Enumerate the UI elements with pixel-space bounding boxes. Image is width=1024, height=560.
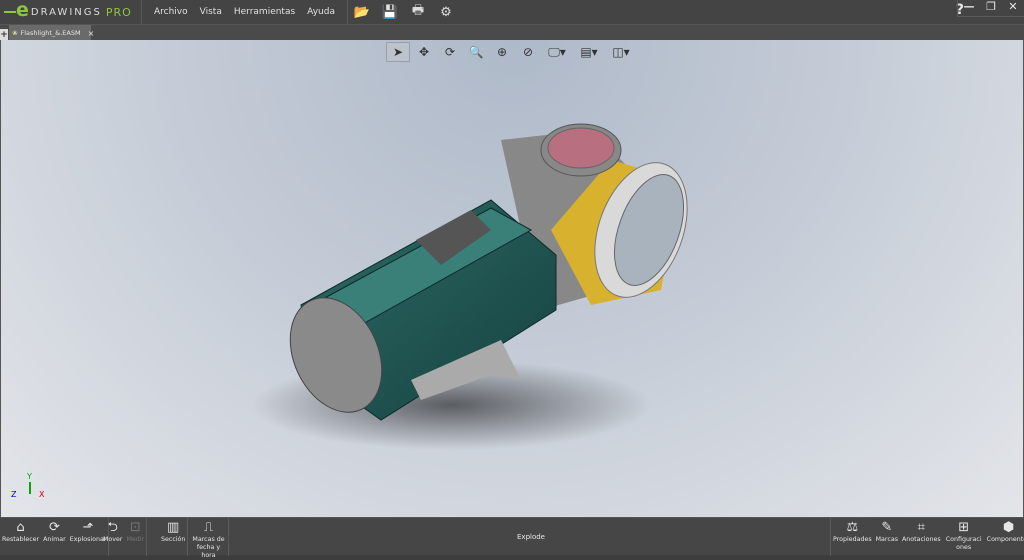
menu-vista[interactable]: Vista [200, 7, 222, 17]
configurations-icon: ⊞ [958, 520, 970, 535]
menu-archivo[interactable]: Archivo [154, 7, 188, 17]
group-tools: ⮌ Mover ⊡ Medir [101, 518, 148, 556]
reset-button[interactable]: ⌂ Restablecer [0, 518, 41, 556]
quick-toolbar: 📂 💾 🖶 ⚙ [348, 0, 460, 24]
animate-icon: ⟳ [48, 520, 60, 535]
restore-button[interactable]: ❐ [980, 0, 1002, 16]
move-button[interactable]: ⮌ Mover [101, 518, 124, 556]
close-button[interactable]: ✕ [1002, 0, 1024, 16]
section-button[interactable]: ▥ Sección [159, 518, 187, 556]
group-panels: ⚖ Propiedades ✎ Marcas ⌗ Anotaciones ⊞ Confi… [830, 518, 1024, 556]
save-icon[interactable]: 💾 [376, 5, 404, 20]
annotations-button[interactable]: ⌗ Anotaciones [900, 518, 943, 556]
open-folder-icon[interactable]: 📂 [348, 5, 376, 20]
components-icon: ⬢ [1002, 520, 1015, 535]
group-view: ⌂ Restablecer ⟳ Animar ⬏ Explosionar [0, 518, 110, 556]
top-button [547, 127, 615, 169]
print-icon[interactable]: 🖶 [404, 1, 432, 23]
components-button[interactable]: ⬢Componentes [985, 518, 1024, 556]
main-menu: Archivo Vista Herramientas Ayuda [142, 0, 348, 24]
flashlight-model[interactable] [1, 40, 1023, 517]
measure-icon: ⊡ [129, 520, 141, 535]
menu-herramientas[interactable]: Herramientas [234, 7, 295, 17]
annotation-icon: ⌗ [917, 520, 925, 535]
app-logo: e DRAWINGS PRO [0, 0, 142, 24]
stamp-icon: ⎍ [203, 520, 214, 535]
properties-button[interactable]: ⚖ Propiedades [831, 518, 874, 556]
group-section: ▥ Sección [159, 518, 189, 556]
scales-icon: ⚖ [846, 520, 859, 535]
group-stamps: ⎍ Marcas de fecha y hora [189, 518, 229, 559]
bottom-toolbar: ⌂ Restablecer ⟳ Animar ⬏ Explosionar ⮌ Mover… [0, 517, 1024, 559]
configurations-button[interactable]: ⊞ Configuraciones [943, 518, 985, 556]
animate-button[interactable]: ⟳ Animar [41, 518, 68, 556]
timestamp-button[interactable]: ⎍ Marcas de fecha y hora [189, 518, 228, 559]
3d-viewport[interactable]: ➤ ✥ ⟳ 🔍 ⊕ ⊘ 🖵▾ ▤▾ ◫▾ Y Z X [0, 40, 1024, 517]
minimize-button[interactable]: — [958, 0, 980, 16]
move-icon: ⮌ [107, 520, 118, 535]
pencil-icon: ✎ [881, 520, 893, 535]
window-controls: — ❐ ✕ [957, 0, 1024, 17]
section-icon: ▥ [167, 520, 180, 535]
settings-gear-icon[interactable]: ⚙ [432, 5, 460, 20]
markups-button[interactable]: ✎ Marcas [874, 518, 900, 556]
explode-icon: ⬏ [82, 520, 94, 535]
tab-flashlight[interactable]: ❀ Flashlight_&.EASM × [9, 25, 94, 41]
home-icon: ⌂ [16, 520, 25, 535]
status-text: Explode [517, 533, 545, 541]
menu-bar: e DRAWINGS PRO Archivo Vista Herramienta… [0, 0, 1024, 24]
assembly-icon: ❀ [12, 29, 18, 37]
document-tab-bar: + ❀ Flashlight_&.EASM × [0, 24, 1024, 41]
tab-close-button[interactable]: × [88, 29, 95, 38]
menu-ayuda[interactable]: Ayuda [307, 7, 335, 17]
axis-triad: Y Z X [11, 472, 45, 499]
measure-button[interactable]: ⊡ Medir [124, 518, 146, 556]
